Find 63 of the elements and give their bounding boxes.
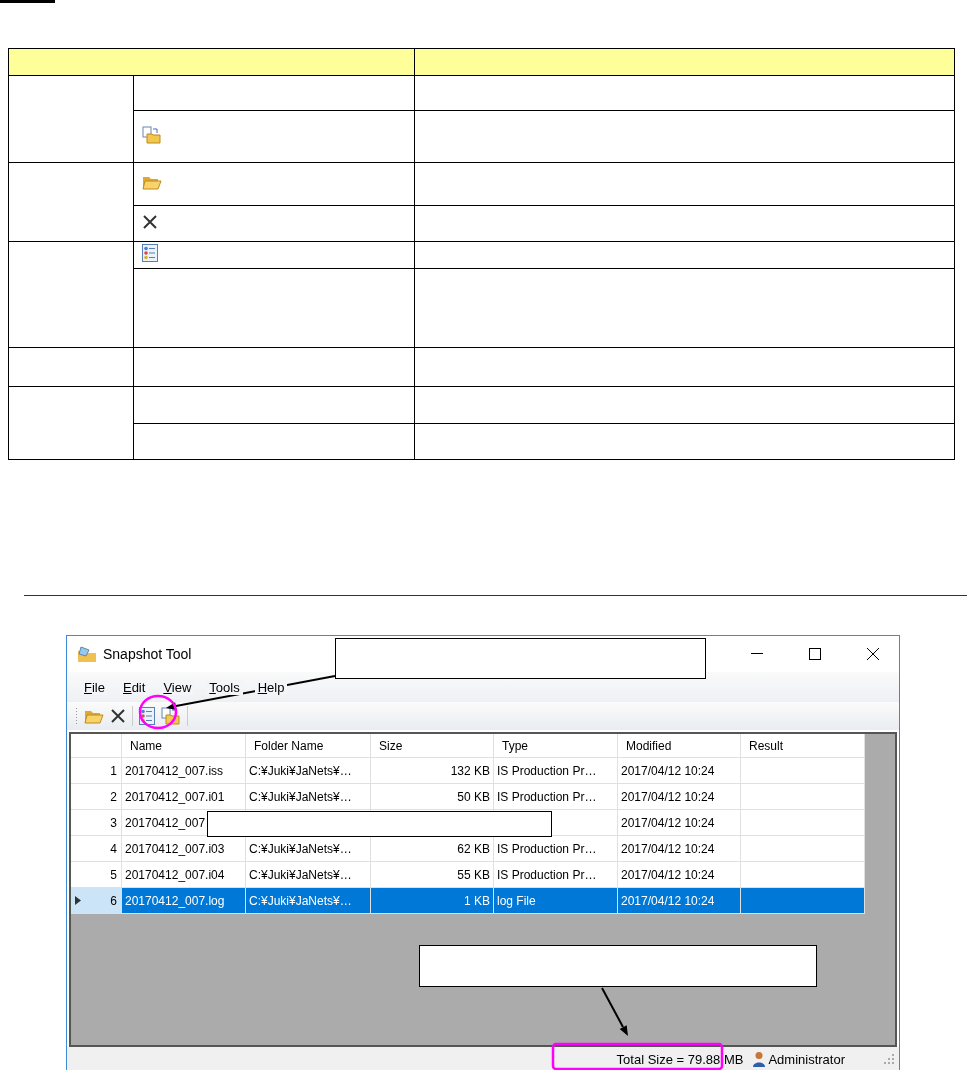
- table-cell: 20170412_007.i01: [122, 784, 246, 810]
- table-cell: IS Production Pr…: [494, 862, 618, 888]
- table-cell: 2017/04/12 10:24: [618, 862, 741, 888]
- row-number: 6: [110, 893, 117, 908]
- user-icon: [753, 1051, 766, 1067]
- row-number: 2: [110, 789, 117, 804]
- page-mark: [0, 0, 55, 3]
- total-size: Total Size = 79.88 MB: [616, 1051, 744, 1067]
- table-cell: IS Production Pr…: [494, 784, 618, 810]
- close-icon[interactable]: [110, 708, 126, 724]
- table-cell: IS Production Pr…: [494, 836, 618, 862]
- column-header[interactable]: Result: [741, 734, 865, 758]
- arrow: [601, 987, 628, 1036]
- row-header[interactable]: 1: [71, 758, 122, 784]
- column-header[interactable]: Size: [371, 734, 494, 758]
- table-cell: log File: [494, 888, 618, 914]
- table-cell: C:¥Juki¥JaNets¥…: [246, 784, 371, 810]
- table-cell: C:¥Juki¥JaNets¥…: [246, 836, 371, 862]
- maximize-icon[interactable]: [809, 648, 821, 660]
- column-header[interactable]: Folder Name: [246, 734, 371, 758]
- current-row-icon: [75, 896, 81, 905]
- row-number: 3: [110, 815, 117, 830]
- close-icon[interactable]: [867, 648, 879, 660]
- table-cell: IS Production Pr…: [494, 758, 618, 784]
- minimize-icon[interactable]: [751, 653, 763, 655]
- list-icon[interactable]: [141, 244, 158, 262]
- table-cell: 62 KB: [371, 836, 494, 862]
- row-header[interactable]: 3: [71, 810, 122, 836]
- copy-folder-icon[interactable]: [161, 707, 181, 725]
- highlight-circle: [138, 694, 178, 730]
- table-cell: 2017/04/12 10:24: [618, 810, 741, 836]
- size-grip[interactable]: [883, 1053, 895, 1065]
- row-header[interactable]: 2: [71, 784, 122, 810]
- table-cell: 1 KB: [371, 888, 494, 914]
- window-title: Snapshot Tool: [103, 646, 192, 662]
- table-cell: 20170412_007.iss: [122, 758, 246, 784]
- table-cell: 2017/04/12 10:24: [618, 758, 741, 784]
- row-header[interactable]: 5: [71, 862, 122, 888]
- row-number: 1: [110, 763, 117, 778]
- table-cell: 55 KB: [371, 862, 494, 888]
- corner-cell: [71, 734, 122, 758]
- row-header[interactable]: 6: [71, 888, 122, 914]
- user-name: Administrator: [768, 1051, 845, 1067]
- column-header[interactable]: Name: [122, 734, 246, 758]
- toolbar-grip[interactable]: [75, 707, 78, 725]
- row-header[interactable]: 4: [71, 836, 122, 862]
- column-header[interactable]: Modified: [618, 734, 741, 758]
- table-cell: C:¥Juki¥JaNets¥…: [246, 862, 371, 888]
- table-cell: C:¥Juki¥JaNets¥…: [246, 758, 371, 784]
- row-number: 4: [110, 841, 117, 856]
- table-cell: 20170412_007.log: [122, 888, 246, 914]
- table-cell: 2017/04/12 10:24: [618, 888, 741, 914]
- row-number: 5: [110, 867, 117, 882]
- table-cell: 20170412_007.i04: [122, 862, 246, 888]
- close-icon[interactable]: [141, 213, 158, 230]
- table-cell: 20170412_007.i03: [122, 836, 246, 862]
- table-cell: 2017/04/12 10:24: [618, 836, 741, 862]
- table-cell: 2017/04/12 10:24: [618, 784, 741, 810]
- column-header[interactable]: Type: [494, 734, 618, 758]
- app-icon: [77, 645, 97, 663]
- table-cell: 50 KB: [371, 784, 494, 810]
- table-cell: 132 KB: [371, 758, 494, 784]
- table-cell: C:¥Juki¥JaNets¥…: [246, 888, 371, 914]
